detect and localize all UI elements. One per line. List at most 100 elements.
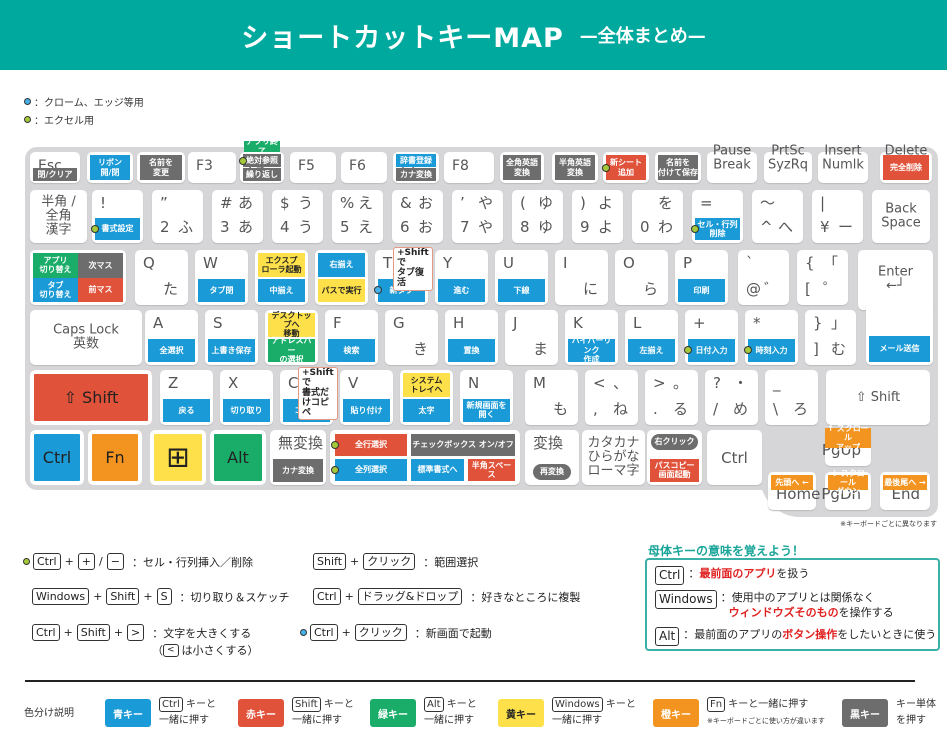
key-y[interactable]: Yん進む <box>435 250 488 305</box>
key-s[interactable]: Sと上書き保存 <box>205 310 258 365</box>
color-swatch: 緑キー <box>370 699 416 727</box>
key-o[interactable]: Oら <box>615 250 668 305</box>
key-d[interactable]: Dしデスクトップへ 移動アドレスバー の選択 <box>265 310 318 365</box>
key-c[interactable]: Cそコピー+Shiftで 書式だけコピペ <box>280 367 338 425</box>
key-k1[interactable]: !1ぬ書式設定 <box>91 190 143 243</box>
key-f1[interactable]: F1リボン 開/閉 <box>87 152 133 183</box>
key-minus[interactable]: =-ほセル・行列 削除 <box>691 190 743 243</box>
key-backspace[interactable]: Back Space <box>872 190 930 243</box>
key-m[interactable]: Mも <box>525 370 578 425</box>
key-space[interactable]: 全行選択 チェックボックス オン/オフ 全列選択 標準書式へ 半角スペース <box>330 430 520 485</box>
key-tab[interactable]: Tabアプリ 切り替え次マスタブ 切り替え前マス <box>30 250 126 305</box>
key-rshift[interactable]: ⇧ Shift <box>826 370 930 425</box>
key-f4[interactable]: F4アプリ終了絶対参照繰り返し <box>239 137 284 183</box>
key-k6[interactable]: & お 6 お <box>392 190 443 243</box>
key-v[interactable]: Vひ貼り付け <box>340 370 393 425</box>
key-end[interactable]: End 最後尾へ → <box>880 472 930 510</box>
key-win[interactable]: ⊞ <box>150 430 206 485</box>
key-w[interactable]: Wてタブ閉 <box>195 250 248 305</box>
key-enter[interactable]: Enter ←┘ <box>858 250 933 310</box>
key-b[interactable]: Bこシステム トレイへ太字 <box>400 370 453 425</box>
key-lbracket[interactable]: {「 [゜ <box>797 250 848 305</box>
key-k2[interactable]: ” 2 ふ <box>152 190 203 243</box>
key-f7[interactable]: F7辞書登録カナ変換 <box>393 152 439 183</box>
key-rctrl[interactable]: Ctrl <box>707 430 762 485</box>
key-f8[interactable]: F8 <box>444 152 494 183</box>
key-f5[interactable]: F5 <box>290 152 336 183</box>
key-insert[interactable]: Insert Numlk <box>818 144 868 183</box>
shortcut-label-text: 右揃え <box>329 260 354 270</box>
key-lshift[interactable]: ⇧ Shift <box>30 370 152 425</box>
key-colon[interactable]: *:け時刻入力 <box>744 310 798 365</box>
key-r[interactable]: Rす右揃えパスで実行 <box>315 250 368 305</box>
key-prtsc[interactable]: PrtSc SyzRq <box>764 144 812 183</box>
key-henkan[interactable]: 変換 再変換 <box>525 430 579 485</box>
key-k0[interactable]: を0わ <box>632 190 683 243</box>
key-lctrl[interactable]: Ctrl <box>30 430 84 485</box>
legend-text: 一緒に押す <box>292 715 342 726</box>
key-k8[interactable]: (ゆ 8 ゆ <box>512 190 563 243</box>
key-q[interactable]: Qた <box>135 250 188 305</box>
key-f12[interactable]: F12名前を 付けて保存 <box>655 152 701 183</box>
key-f2[interactable]: F2名前を 変更 <box>137 152 185 183</box>
key-pause[interactable]: Pause Break <box>707 144 757 183</box>
key-k7[interactable]: ’ や 7 や <box>452 190 503 243</box>
key-f[interactable]: Fは検索 <box>325 310 378 365</box>
key-yen[interactable]: | ¥ ー <box>812 190 863 243</box>
shortcut-label: 置換 <box>448 338 495 362</box>
key-f10[interactable]: F10半角英語 変換 <box>552 152 598 183</box>
key-fn[interactable]: Fn <box>88 430 142 485</box>
key-app[interactable]: 右クリック パスコピー 画面起動 <box>647 430 702 485</box>
key-k3[interactable]: # あ 3 あ <box>212 190 263 243</box>
key-l[interactable]: Lり左揃え <box>625 310 678 365</box>
key-f9[interactable]: F9全角英語 変換 <box>500 152 544 183</box>
key-backslash[interactable]: _ \ ろ <box>765 370 818 425</box>
key-k[interactable]: Kのハイパーリンク 作成 <box>565 310 618 365</box>
key-at[interactable]: ` @ ゛ <box>738 250 789 305</box>
key-u[interactable]: Uな下線 <box>495 250 548 305</box>
key-k4[interactable]: $ う 4 う <box>272 190 323 243</box>
shortcut-label: ↑ スクロール アップ <box>825 424 871 452</box>
key-muhenkan[interactable]: 無変換 カナ変換 <box>270 430 326 485</box>
key-enter2[interactable]: メール送信 <box>866 305 933 365</box>
color-legend-item: 赤キー Shift キーと 一緒に押す <box>238 697 354 729</box>
key-hankaku[interactable]: 半角 / 全角 漢字 <box>30 190 87 243</box>
key-t[interactable]: Tか新タブ+Shiftで タブ復活 <box>374 247 433 305</box>
key-z[interactable]: Zつ戻る <box>160 370 213 425</box>
key-semicolon[interactable]: +;れ日付入力 <box>684 310 738 365</box>
key-g[interactable]: Gき <box>385 310 438 365</box>
key-home[interactable]: Home 先頭へ ← <box>768 472 820 510</box>
key-a[interactable]: Aち全選択 <box>145 310 198 365</box>
key-pgup[interactable]: PgUp ↑ スクロール アップ <box>822 424 871 466</box>
keycap: > <box>127 624 145 641</box>
key-caps[interactable]: Caps Lock 英数 <box>30 310 142 365</box>
key-f3[interactable]: F3 <box>188 152 236 183</box>
key-katakana[interactable]: カタカナ ひらがな ローマ字 <box>582 430 645 485</box>
key-rbracket[interactable]: } 」] む <box>805 310 856 365</box>
key-j[interactable]: Jま <box>505 310 558 365</box>
key-h[interactable]: Hく置換 <box>445 310 498 365</box>
key-legend: え <box>357 194 373 212</box>
key-alt[interactable]: Alt <box>210 430 266 485</box>
key-f6[interactable]: F6 <box>341 152 387 183</box>
keycap: Windows <box>552 697 603 712</box>
key-k9[interactable]: ) よ 9 よ <box>572 190 623 243</box>
shortcut-label: アプリ 切り替え <box>33 253 78 278</box>
key-x[interactable]: Xさ切り取り <box>220 370 273 425</box>
key-f11[interactable]: F11新シート 追加 <box>602 152 649 183</box>
key-n[interactable]: Nみ新規画面を 開く <box>460 370 513 425</box>
key-p[interactable]: Pせ印刷 <box>675 250 728 305</box>
key-period[interactable]: > 。. る <box>645 370 698 425</box>
key-pgdn[interactable]: PgDn ↓ スクロール ダウン <box>821 469 871 510</box>
page-subtitle: —全体まとめ— <box>579 26 706 47</box>
legend-text: ※キーボードごとに使い方が違います <box>707 717 825 725</box>
key-e[interactable]: Eいエクスプ ローラ起動中揃え <box>255 250 308 305</box>
key-slash[interactable]: ? ・ / め <box>705 370 758 425</box>
key-esc[interactable]: Esc 閉/クリア <box>30 152 80 183</box>
key-k5[interactable]: % え 5 え <box>332 190 383 243</box>
key-legend: % <box>340 194 355 212</box>
key-i[interactable]: Iに <box>555 250 608 305</box>
key-caret[interactable]: ～ ^ へ <box>752 190 803 243</box>
key-delete[interactable]: Delete ScrLk完全削除 <box>880 144 932 183</box>
key-comma[interactable]: < 、, ね <box>585 370 638 425</box>
